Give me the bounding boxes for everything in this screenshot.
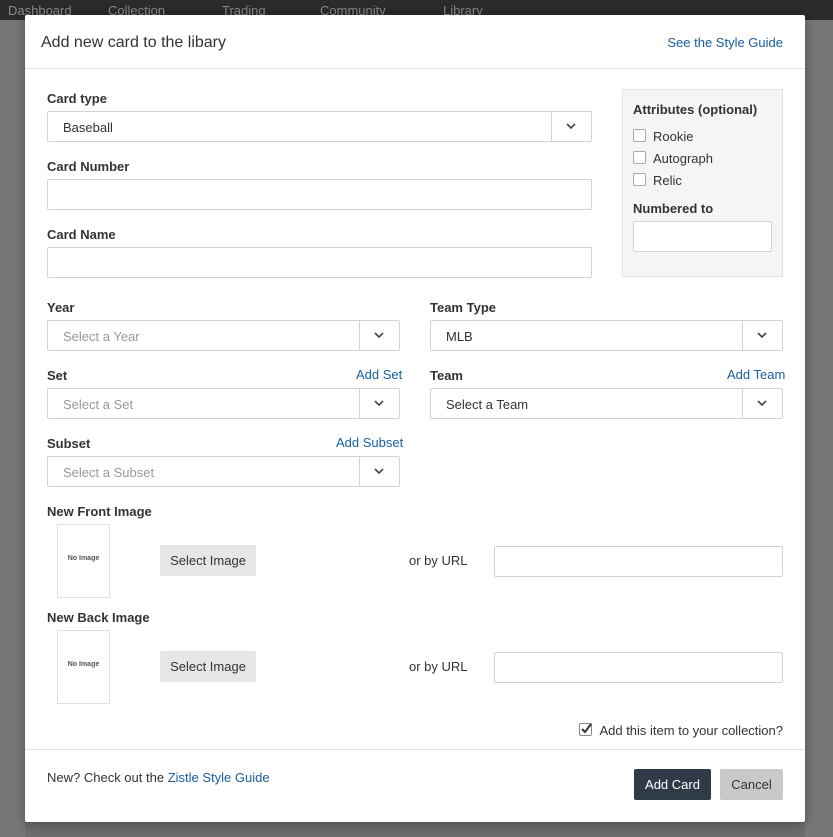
chevron-down-icon bbox=[359, 321, 399, 350]
modal-header: Add new card to the libary See the Style… bbox=[25, 15, 805, 69]
year-placeholder: Select a Year bbox=[63, 329, 140, 344]
front-image-label: New Front Image bbox=[47, 504, 152, 519]
rookie-label: Rookie bbox=[653, 129, 694, 144]
card-type-value: Baseball bbox=[63, 120, 113, 135]
rookie-checkbox[interactable]: Rookie bbox=[633, 129, 693, 144]
numbered-to-label: Numbered to bbox=[633, 201, 714, 216]
set-placeholder: Select a Set bbox=[63, 397, 134, 412]
front-no-image-text: No Image bbox=[67, 555, 100, 562]
chevron-down-icon bbox=[359, 457, 399, 486]
subset-select[interactable]: Select a Subset bbox=[47, 456, 400, 487]
background-page-right bbox=[805, 20, 833, 837]
footer-note-prefix: New? Check out the bbox=[47, 770, 165, 785]
modal-footer: New? Check out the Zistle Style Guide Ad… bbox=[25, 749, 805, 823]
team-type-label: Team Type bbox=[430, 300, 496, 315]
card-number-label: Card Number bbox=[47, 159, 130, 174]
front-select-image-button[interactable]: Select Image bbox=[160, 545, 256, 576]
attributes-title: Attributes (optional) bbox=[633, 102, 758, 117]
back-or-by-url-label: or by URL bbox=[409, 659, 468, 674]
add-subset-link[interactable]: Add Subset bbox=[336, 435, 403, 450]
year-select[interactable]: Select a Year bbox=[47, 320, 400, 351]
team-select[interactable]: Select a Team bbox=[430, 388, 783, 419]
checkbox-box[interactable] bbox=[633, 173, 646, 186]
subset-placeholder: Select a Subset bbox=[63, 465, 155, 480]
zistle-style-guide-link[interactable]: Zistle Style Guide bbox=[168, 770, 270, 785]
style-guide-link[interactable]: See the Style Guide bbox=[667, 35, 783, 50]
card-type-select[interactable]: Baseball bbox=[47, 111, 592, 142]
add-team-link[interactable]: Add Team bbox=[727, 367, 785, 382]
back-select-image-button[interactable]: Select Image bbox=[160, 651, 256, 682]
relic-label: Relic bbox=[653, 173, 682, 188]
background-page-left bbox=[0, 20, 25, 837]
autograph-checkbox[interactable]: Autograph bbox=[633, 151, 713, 166]
cancel-button[interactable]: Cancel bbox=[720, 769, 783, 800]
set-select[interactable]: Select a Set bbox=[47, 388, 400, 419]
card-name-input[interactable] bbox=[47, 247, 592, 278]
modal-title: Add new card to the libary bbox=[41, 34, 226, 51]
add-card-modal: Add new card to the libary See the Style… bbox=[25, 15, 805, 822]
add-set-link[interactable]: Add Set bbox=[356, 367, 402, 382]
team-label: Team bbox=[430, 368, 463, 383]
checkbox-checked[interactable] bbox=[579, 723, 593, 736]
chevron-down-icon bbox=[742, 321, 782, 350]
team-type-select[interactable]: MLB bbox=[430, 320, 783, 351]
checkbox-box[interactable] bbox=[633, 129, 646, 142]
checkbox-box[interactable] bbox=[633, 151, 646, 164]
front-or-by-url-label: or by URL bbox=[409, 553, 468, 568]
year-label: Year bbox=[47, 300, 75, 315]
back-image-thumbnail: No Image bbox=[57, 630, 110, 704]
checkmark-icon bbox=[581, 723, 593, 734]
card-number-input[interactable] bbox=[47, 179, 592, 210]
back-image-label: New Back Image bbox=[47, 610, 150, 625]
card-type-label: Card type bbox=[47, 91, 107, 106]
numbered-to-input[interactable] bbox=[633, 221, 772, 252]
add-card-button[interactable]: Add Card bbox=[634, 769, 711, 800]
add-to-collection-checkbox[interactable]: Add this item to your collection? bbox=[579, 723, 783, 738]
team-type-value: MLB bbox=[446, 329, 473, 344]
attributes-panel: Attributes (optional) Rookie Autograph R… bbox=[622, 89, 783, 277]
chevron-down-icon bbox=[551, 112, 591, 141]
set-label: Set bbox=[47, 368, 68, 383]
autograph-label: Autograph bbox=[653, 151, 713, 166]
front-image-url-input[interactable] bbox=[494, 546, 783, 577]
subset-label: Subset bbox=[47, 436, 91, 451]
back-no-image-text: No Image bbox=[67, 661, 100, 668]
back-image-url-input[interactable] bbox=[494, 652, 783, 683]
chevron-down-icon bbox=[359, 389, 399, 418]
chevron-down-icon bbox=[742, 389, 782, 418]
footer-note: New? Check out the Zistle Style Guide bbox=[47, 770, 270, 785]
card-name-label: Card Name bbox=[47, 227, 116, 242]
front-image-thumbnail: No Image bbox=[57, 524, 110, 598]
team-value: Select a Team bbox=[446, 397, 529, 412]
add-to-collection-label: Add this item to your collection? bbox=[599, 723, 783, 738]
relic-checkbox[interactable]: Relic bbox=[633, 173, 682, 188]
